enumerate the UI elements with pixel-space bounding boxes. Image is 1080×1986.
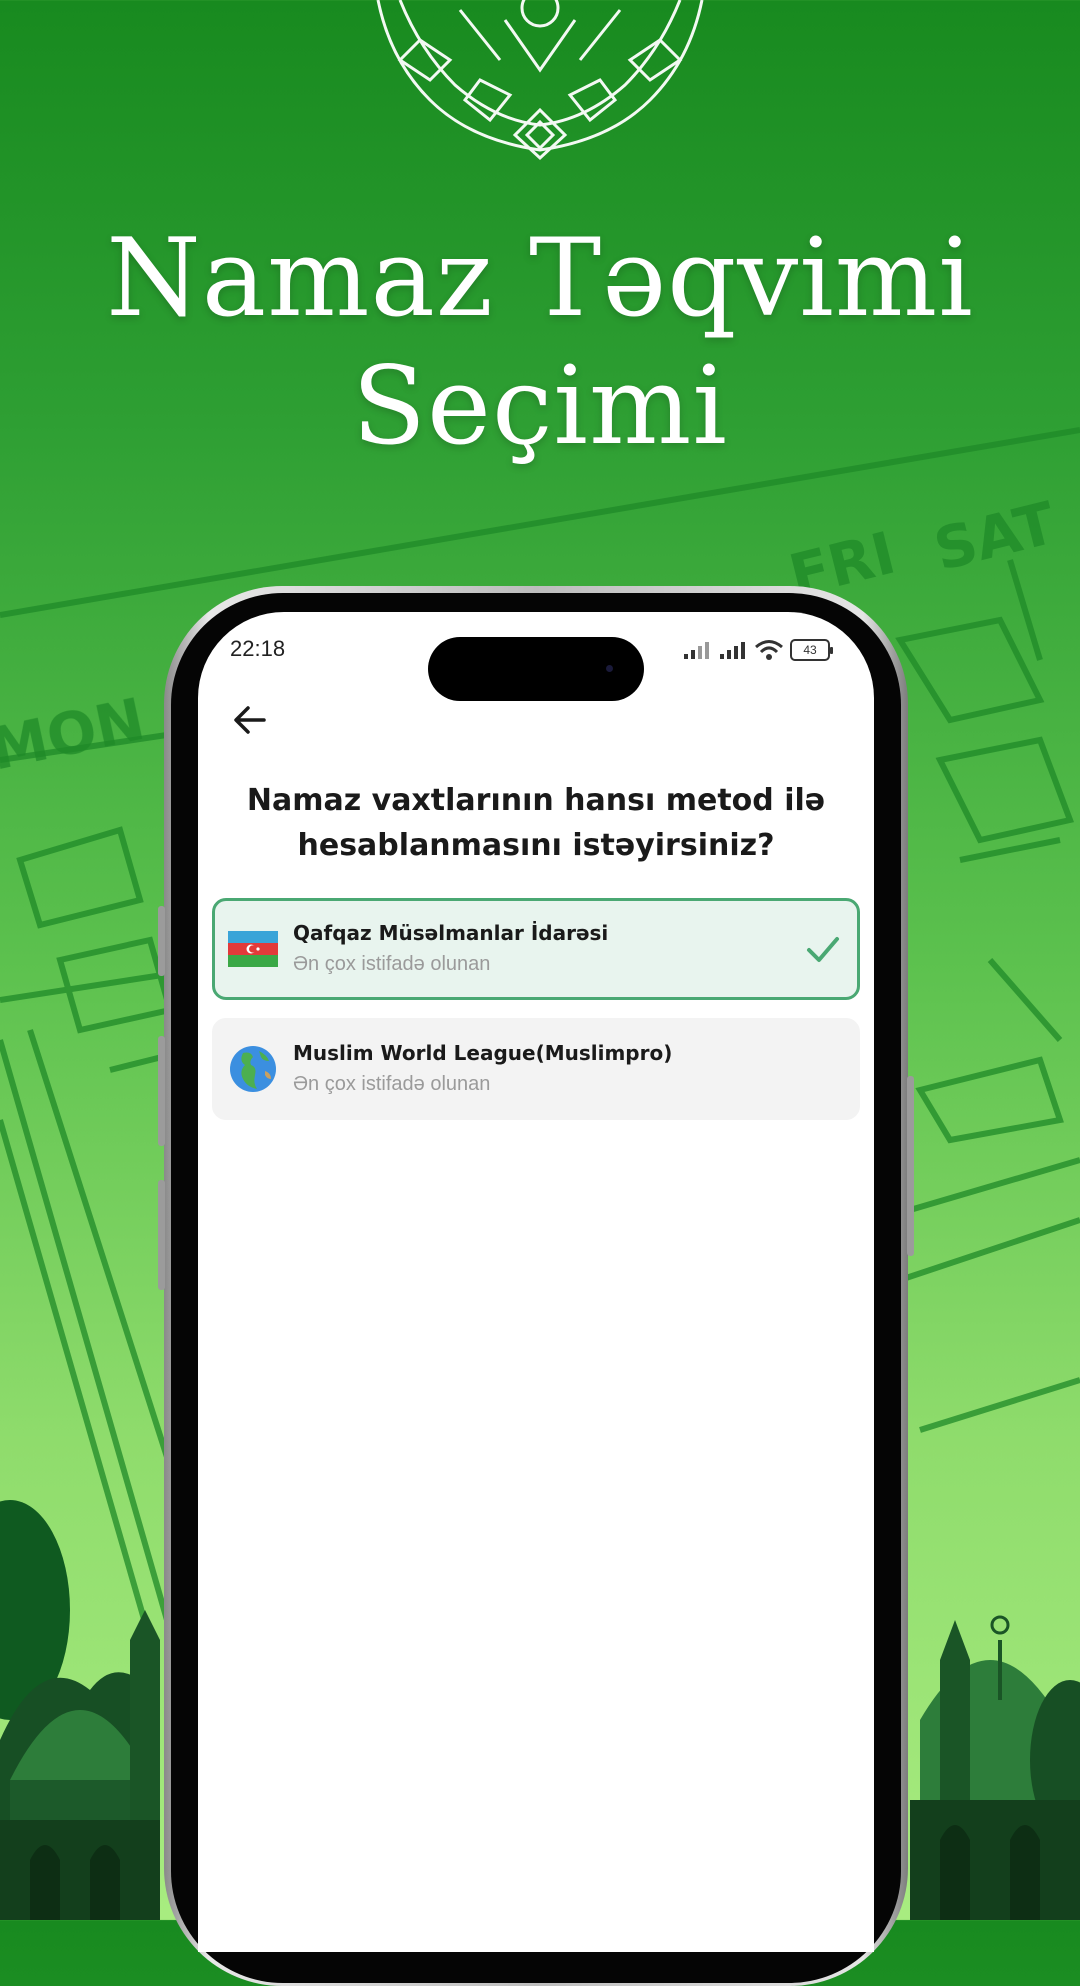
back-arrow-icon[interactable] <box>228 698 272 742</box>
headline-line-2: Seçimi <box>352 344 728 469</box>
option-muslim-world-league[interactable]: Muslim World League(Muslimpro) Ən çox is… <box>212 1018 860 1120</box>
battery-icon: 43 <box>790 639 833 661</box>
mandala-ornament <box>376 0 704 161</box>
phone-side-button-3 <box>158 1180 165 1290</box>
wifi-icon <box>755 640 783 660</box>
method-question: Namaz vaxtlarının hansı metod ilə hesabl… <box>246 783 826 863</box>
check-icon <box>807 937 839 962</box>
signal-icon <box>684 642 709 659</box>
option-text: Qafqaz Müsəlmanlar İdarəsi Ən çox istifa… <box>293 919 803 979</box>
dynamic-island <box>428 637 644 701</box>
globe-icon <box>227 1043 279 1095</box>
calendar-day-sat: SAT <box>928 489 1063 585</box>
option-qafqaz-muselmanlar-idaresi[interactable]: Qafqaz Müsəlmanlar İdarəsi Ən çox istifa… <box>212 898 860 1000</box>
phone-side-button-1 <box>158 906 165 976</box>
option-title: Muslim World League(Muslimpro) <box>293 1041 673 1065</box>
page-headline: Namaz Təqvimi Seçimi <box>0 215 1080 471</box>
option-subtitle: Ən çox istifadə olunan <box>293 1073 491 1095</box>
status-time: 22:18 <box>230 636 286 661</box>
status-icons: 43 <box>682 636 833 664</box>
headline-line-1: Namaz Təqvimi <box>106 216 974 341</box>
option-title: Qafqaz Müsəlmanlar İdarəsi <box>293 921 609 945</box>
option-text: Muslim World League(Muslimpro) Ən çox is… <box>293 1039 857 1099</box>
calendar-day-mon: MON <box>0 685 150 784</box>
mosque-silhouette-right <box>910 1615 1080 1920</box>
mosque-silhouette-left <box>0 1500 160 1920</box>
phone-side-button-2 <box>158 1036 165 1146</box>
signal-icon-2 <box>720 642 745 659</box>
phone-screen: 22:18 43 Namaz vaxtlarının hansı metod i… <box>198 612 874 1952</box>
option-subtitle: Ən çox istifadə olunan <box>293 953 491 975</box>
azerbaijan-flag-icon <box>227 923 279 975</box>
phone-power-button <box>907 1076 914 1256</box>
camera-dot <box>606 665 613 672</box>
